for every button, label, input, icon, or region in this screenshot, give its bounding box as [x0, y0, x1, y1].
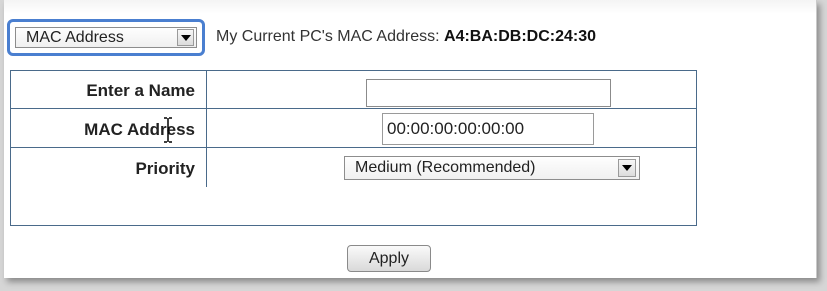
text-cursor-icon: [164, 117, 172, 143]
chevron-down-icon: [622, 165, 632, 171]
priority-dropdown-button[interactable]: [618, 159, 636, 177]
mode-select[interactable]: MAC Address: [15, 27, 197, 48]
priority-label: Priority: [135, 159, 195, 178]
apply-button[interactable]: Apply: [347, 245, 431, 272]
current-mac-label: My Current PC's MAC Address:: [216, 28, 440, 45]
name-input[interactable]: [366, 79, 611, 107]
column-divider: [206, 71, 207, 187]
priority-select-value: Medium (Recommended): [355, 159, 536, 176]
mode-dropdown-button[interactable]: [177, 29, 194, 46]
priority-select[interactable]: Medium (Recommended): [344, 156, 640, 180]
form-row-mac: MAC Address: [11, 109, 696, 148]
form-row-name: Enter a Name: [11, 71, 696, 109]
top-fade: [4, 0, 816, 14]
form-row-priority: Priority Medium (Recommended): [11, 148, 696, 187]
chevron-down-icon: [181, 35, 191, 41]
current-mac-value: A4:BA:DB:DC:24:30: [444, 28, 597, 45]
device-form-table: Enter a Name MAC Address Priority Medium…: [10, 70, 697, 226]
name-label: Enter a Name: [86, 81, 195, 100]
mode-select-value: MAC Address: [26, 29, 124, 46]
mac-address-input[interactable]: [382, 113, 594, 145]
current-mac-info: My Current PC's MAC Address: A4:BA:DB:DC…: [216, 28, 596, 46]
